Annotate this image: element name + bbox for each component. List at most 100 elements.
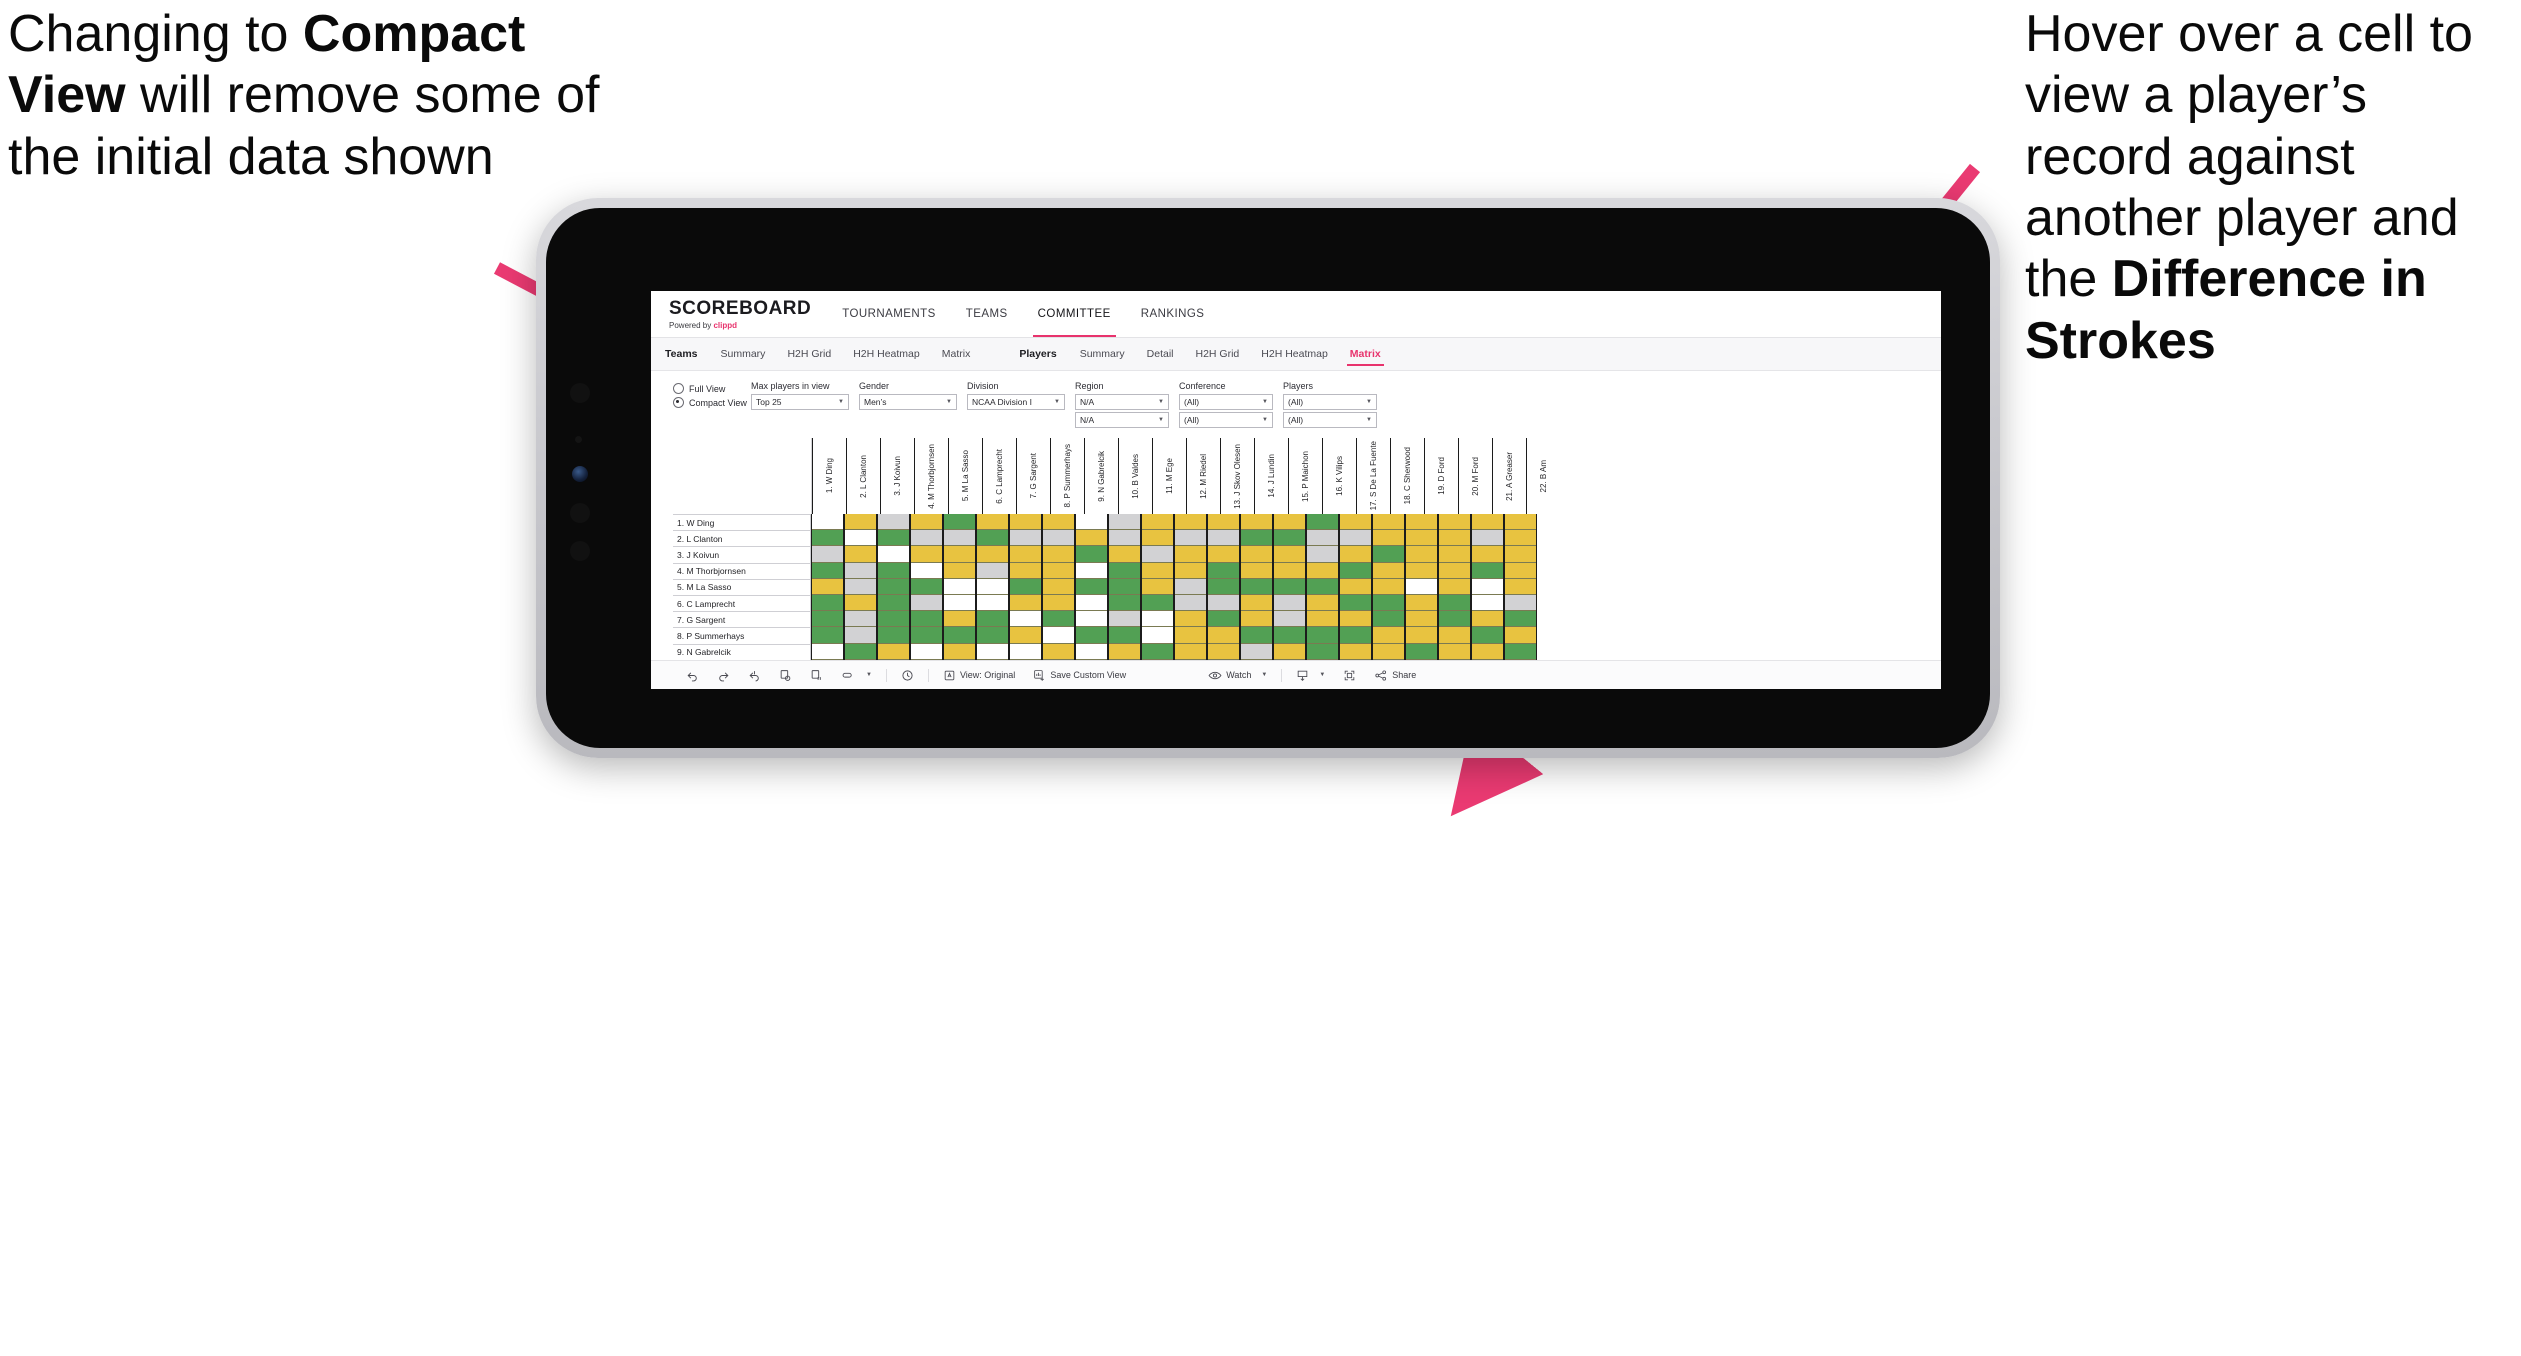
matrix-cell[interactable] [1373,594,1404,612]
matrix-cell[interactable] [1340,562,1371,579]
matrix-cell[interactable] [1142,578,1173,595]
matrix-cell[interactable] [1472,611,1503,628]
matrix-cell[interactable] [1307,643,1338,660]
matrix-cell[interactable] [1373,530,1404,547]
matrix-cell[interactable] [878,530,909,547]
matrix-cell[interactable] [1274,643,1305,660]
matrix-cell[interactable] [878,562,909,579]
matrix-cell[interactable] [1472,514,1503,531]
matrix-cell[interactable] [812,643,843,660]
matrix-cell[interactable] [1340,627,1371,644]
matrix-cell[interactable] [1406,562,1437,579]
matrix-cell[interactable] [1241,578,1272,595]
matrix-cell[interactable] [878,627,909,644]
matrix-cell[interactable] [1274,611,1305,628]
matrix-cell[interactable] [1010,530,1041,547]
matrix-cell[interactable] [878,611,909,628]
matrix-cell[interactable] [1043,546,1074,563]
matrix-cell[interactable] [977,530,1008,547]
matrix-cell[interactable] [911,546,942,563]
matrix-cell[interactable] [1406,530,1437,547]
matrix-cell[interactable] [1010,611,1041,628]
matrix-cell[interactable] [911,627,942,644]
matrix-cell[interactable] [1373,643,1404,660]
matrix-cell[interactable] [1175,594,1206,612]
watch-button[interactable]: Watch ▼ [1199,669,1276,682]
matrix-cell[interactable] [1175,578,1206,595]
matrix-cell[interactable] [1439,530,1470,547]
matrix-cell[interactable] [1208,594,1239,612]
matrix-cell[interactable] [1472,643,1503,660]
matrix-cell[interactable] [812,546,843,563]
matrix-cell[interactable] [1472,578,1503,595]
matrix-cell[interactable] [1175,562,1206,579]
matrix-cell[interactable] [812,562,843,579]
matrix-cell[interactable] [1274,530,1305,547]
matrix-cell[interactable] [1406,594,1437,612]
matrix-cell[interactable] [1439,562,1470,579]
matrix-cell[interactable] [1076,578,1107,595]
matrix-cell[interactable] [1109,643,1140,660]
matrix-cell[interactable] [1307,530,1338,547]
matrix-cell[interactable] [1307,594,1338,612]
matrix-cell[interactable] [1043,643,1074,660]
matrix-cell[interactable] [1472,594,1503,612]
subnav-players-summary[interactable]: Summary [1069,338,1136,370]
matrix-cell[interactable] [1241,594,1272,612]
subnav-players-detail[interactable]: Detail [1136,338,1185,370]
matrix-cell[interactable] [1439,546,1470,563]
matrix-cell[interactable] [878,578,909,595]
matrix-cell[interactable] [1406,643,1437,660]
matrix-cell[interactable] [1076,594,1107,612]
subnav-teams-matrix[interactable]: Matrix [931,338,982,370]
subnav-players-h2h-heatmap[interactable]: H2H Heatmap [1250,338,1339,370]
matrix-cell[interactable] [1340,594,1371,612]
matrix-cell[interactable] [911,578,942,595]
matrix-cell[interactable] [1076,627,1107,644]
matrix-cell[interactable] [1406,578,1437,595]
matrix-cell[interactable] [1208,627,1239,644]
matrix-cell[interactable] [812,530,843,547]
matrix-cell[interactable] [878,546,909,563]
matrix-cell[interactable] [1340,578,1371,595]
matrix-cell[interactable] [1340,514,1371,531]
matrix-cell[interactable] [1373,611,1404,628]
matrix-cell[interactable] [878,643,909,660]
matrix-cell[interactable] [1010,643,1041,660]
matrix-cell[interactable] [878,514,909,531]
matrix-cell[interactable] [1340,546,1371,563]
matrix-cell[interactable] [911,643,942,660]
matrix-cell[interactable] [1373,562,1404,579]
subnav-players-h2h-grid[interactable]: H2H Grid [1185,338,1251,370]
matrix-cell[interactable] [977,643,1008,660]
matrix-cell[interactable] [944,578,975,595]
matrix-cell[interactable] [845,643,876,660]
brand-logo[interactable]: SCOREBOARD Powered by clippd [651,291,827,337]
matrix-cell[interactable] [1175,611,1206,628]
subnav-teams-h2h-grid[interactable]: H2H Grid [776,338,842,370]
radio-circle-icon-compact[interactable] [673,397,684,408]
filter-division-select[interactable]: NCAA Division I ▼ [967,394,1065,410]
filter-players-select-2[interactable]: (All) ▼ [1283,412,1377,428]
matrix-cell[interactable] [944,546,975,563]
matrix-cell[interactable] [845,578,876,595]
radio-circle-icon-full[interactable] [673,383,684,394]
matrix-cell[interactable] [1241,546,1272,563]
matrix-cell[interactable] [1274,562,1305,579]
save-custom-view-button[interactable]: Save Custom View [1024,669,1135,682]
matrix-cell[interactable] [944,514,975,531]
matrix-cell[interactable] [1439,643,1470,660]
matrix-cell[interactable] [1373,546,1404,563]
filter-region-select-2[interactable]: N/A ▼ [1075,412,1169,428]
matrix-cell[interactable] [1406,611,1437,628]
highlight-dropdown[interactable]: ▼ [832,669,881,682]
topnav-tournaments[interactable]: TOURNAMENTS [827,291,951,337]
matrix-cell[interactable] [1043,578,1074,595]
matrix-cell[interactable] [1076,514,1107,531]
matrix-cell[interactable] [1307,578,1338,595]
filter-conference-select-2[interactable]: (All) ▼ [1179,412,1273,428]
matrix-cell[interactable] [1505,514,1536,531]
matrix-cell[interactable] [944,611,975,628]
matrix-cell[interactable] [1175,514,1206,531]
filter-region-select-1[interactable]: N/A ▼ [1075,394,1169,410]
